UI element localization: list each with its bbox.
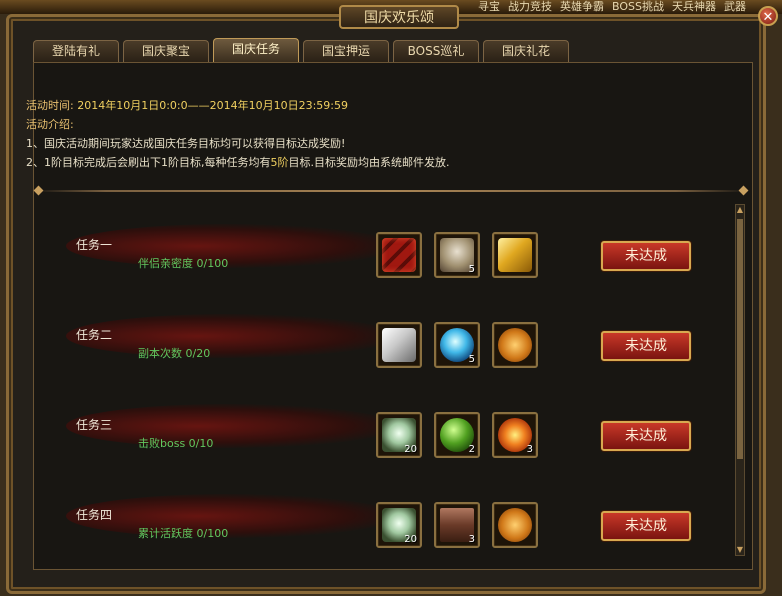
reward-slot[interactable]: 5 bbox=[434, 322, 480, 368]
close-icon[interactable]: ✕ bbox=[758, 6, 778, 26]
window-title: 国庆欢乐颂 bbox=[339, 5, 459, 29]
stage-count: 5阶 bbox=[270, 156, 289, 169]
brush-stroke bbox=[66, 314, 396, 358]
status-button[interactable]: 未达成 bbox=[601, 331, 691, 361]
brush-stroke bbox=[66, 494, 396, 538]
reward-slot[interactable] bbox=[376, 322, 422, 368]
tab-treasure[interactable]: 国庆聚宝 bbox=[123, 40, 209, 62]
task-goal: 副本次数 0/20 bbox=[138, 347, 211, 360]
reward-slot[interactable]: 3 bbox=[492, 412, 538, 458]
status-button[interactable]: 未达成 bbox=[601, 241, 691, 271]
reward-slot[interactable] bbox=[492, 232, 538, 278]
top-menu: 寻宝 战力竞技 英雄争霸 BOSS挑战 天兵神器 武器 bbox=[478, 0, 746, 14]
intro-label: 活动介绍: bbox=[26, 118, 74, 131]
task-row: 任务一 伴侣亲密度 0/100 5 未达成 bbox=[36, 204, 736, 294]
red-scroll-icon bbox=[382, 238, 416, 272]
reward-slot[interactable] bbox=[492, 322, 538, 368]
scrollbar[interactable]: ▲ ▼ bbox=[735, 204, 745, 556]
menu-item-hero[interactable]: 英雄争霸 bbox=[560, 0, 604, 14]
tab-fireworks[interactable]: 国庆礼花 bbox=[483, 40, 569, 62]
task-goal: 累计活跃度 0/100 bbox=[138, 527, 229, 540]
task-name: 任务三 bbox=[76, 418, 113, 432]
tab-escort[interactable]: 国宝押运 bbox=[303, 40, 389, 62]
divider bbox=[35, 190, 747, 192]
silver-ingot-icon bbox=[382, 328, 416, 362]
tab-bar: 登陆有礼 国庆聚宝 国庆任务 国宝押运 BOSS巡礼 国庆礼花 bbox=[33, 38, 569, 62]
task-goal: 伴侣亲密度 0/100 bbox=[138, 257, 229, 270]
event-info: 活动时间: 2014年10月1日0:0:0——2014年10月10日23:59:… bbox=[26, 96, 450, 172]
intro-line-2: 2、1阶目标完成后会刷出下1阶目标,每种任务均有5阶目标.目标奖励均由系统邮件发… bbox=[26, 156, 450, 169]
brush-stroke bbox=[66, 224, 396, 268]
event-time: 活动时间: 2014年10月1日0:0:0——2014年10月10日23:59:… bbox=[26, 96, 450, 115]
status-button[interactable]: 未达成 bbox=[601, 421, 691, 451]
time-value: 2014年10月1日0:0:0——2014年10月10日23:59:59 bbox=[77, 99, 349, 112]
reward-slot[interactable] bbox=[492, 502, 538, 548]
reward-slot[interactable]: 20 bbox=[376, 412, 422, 458]
scroll-down-icon[interactable]: ▼ bbox=[736, 545, 744, 555]
menu-item-arena[interactable]: 战力竞技 bbox=[508, 0, 552, 14]
reward-slot[interactable] bbox=[376, 232, 422, 278]
bronze-medallion-icon bbox=[498, 508, 532, 542]
tab-login-gift[interactable]: 登陆有礼 bbox=[33, 40, 119, 62]
reward-slot[interactable]: 3 bbox=[434, 502, 480, 548]
task-name: 任务二 bbox=[76, 328, 113, 342]
menu-item-artifact[interactable]: 天兵神器 bbox=[672, 0, 716, 14]
scroll-thumb[interactable] bbox=[737, 219, 743, 459]
scroll-up-icon[interactable]: ▲ bbox=[736, 205, 744, 215]
task-list: 任务一 伴侣亲密度 0/100 5 未达成 任务二 副本次数 0/20 5 未达… bbox=[36, 196, 736, 566]
menu-item-boss[interactable]: BOSS挑战 bbox=[612, 0, 664, 14]
task-goal: 击败boss 0/10 bbox=[138, 437, 214, 450]
reward-slot[interactable]: 2 bbox=[434, 412, 480, 458]
time-label: 活动时间: bbox=[26, 99, 74, 112]
menu-item-treasure[interactable]: 寻宝 bbox=[478, 0, 500, 14]
task-name: 任务四 bbox=[76, 508, 113, 522]
reward-slot[interactable]: 5 bbox=[434, 232, 480, 278]
intro-line-1: 1、国庆活动期间玩家达成国庆任务目标均可以获得目标达成奖励! bbox=[26, 137, 346, 150]
task-row: 任务四 累计活跃度 0/100 20 3 未达成 bbox=[36, 474, 736, 564]
task-row: 任务二 副本次数 0/20 5 未达成 bbox=[36, 294, 736, 384]
gold-ingot-icon bbox=[498, 238, 532, 272]
task-name: 任务一 bbox=[76, 238, 113, 252]
tab-tasks[interactable]: 国庆任务 bbox=[213, 38, 299, 62]
menu-item-weapon[interactable]: 武器 bbox=[724, 0, 746, 14]
tab-boss-tour[interactable]: BOSS巡礼 bbox=[393, 40, 479, 62]
bronze-medallion-icon bbox=[498, 328, 532, 362]
task-row: 任务三 击败boss 0/10 20 2 3 未达成 bbox=[36, 384, 736, 474]
brush-stroke bbox=[66, 404, 396, 448]
reward-slot[interactable]: 20 bbox=[376, 502, 422, 548]
status-button[interactable]: 未达成 bbox=[601, 511, 691, 541]
